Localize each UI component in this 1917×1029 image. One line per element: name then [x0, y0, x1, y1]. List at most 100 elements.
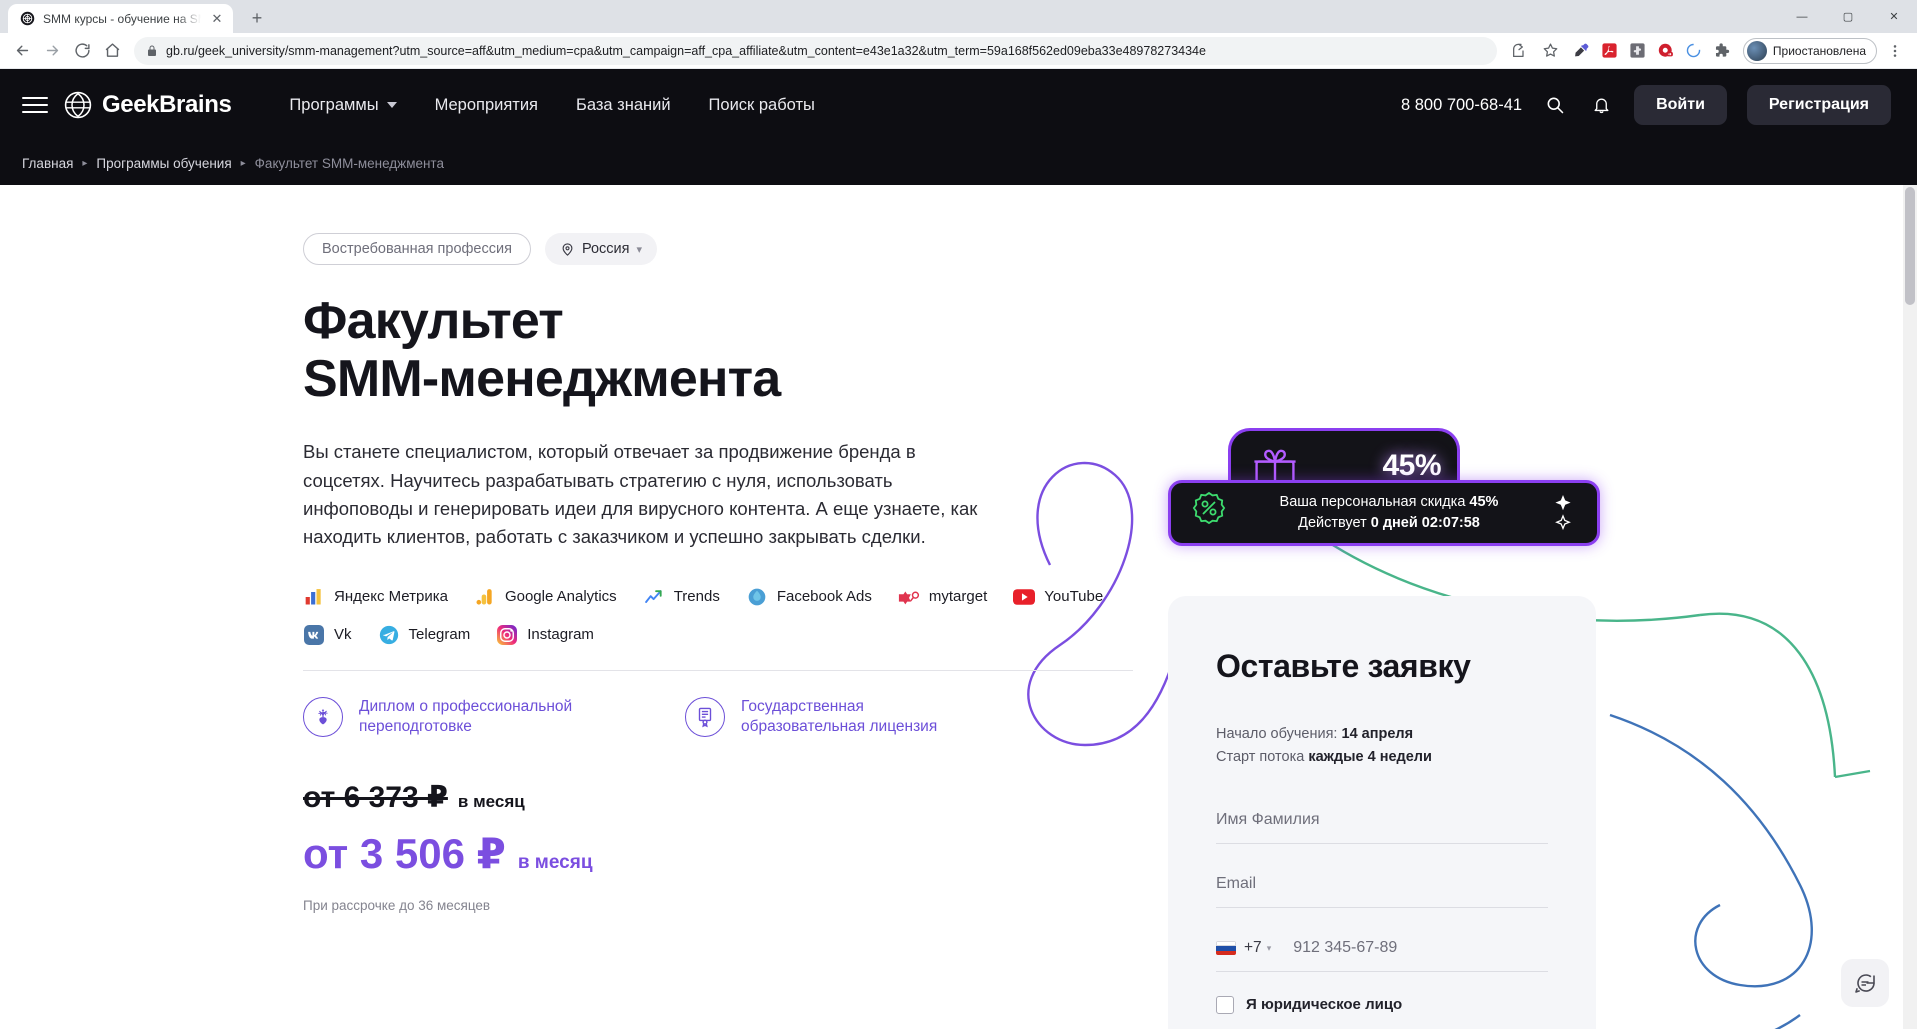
tool-mytarget: mytarget	[898, 586, 987, 608]
phone-input[interactable]: +7 ▾ 912 345-67-89	[1216, 926, 1548, 972]
discount-seal-icon	[1187, 489, 1231, 538]
price-new-suffix: в месяц	[517, 851, 593, 873]
loading-circle-extension-icon[interactable]	[1681, 38, 1707, 64]
chevron-down-icon[interactable]: ▾	[1267, 943, 1272, 954]
instagram-icon	[496, 624, 518, 646]
price-note: При рассрочке до 36 месяцев	[303, 897, 491, 913]
tool-trends: Trends	[643, 586, 720, 608]
badge-license: Государственная образовательная лицензия	[685, 697, 971, 738]
credential-badges: Диплом о профессиональной переподготовке…	[303, 697, 1133, 738]
legal-entity-label: Я юридическое лицо	[1246, 996, 1403, 1014]
hero-content: Востребованная профессия Россия ▾ Факуль…	[303, 233, 1133, 913]
tools-row-social: Vk Telegram Instagram	[303, 624, 1133, 646]
promo-text: Ваша персональная скидка 45% Действует 0…	[1245, 492, 1533, 533]
tool-label: Trends	[673, 588, 720, 606]
forward-arrow-icon[interactable]	[38, 37, 66, 65]
tool-label: YouTube	[1044, 588, 1104, 606]
hamburger-menu-icon[interactable]	[22, 92, 48, 118]
tab-title: SMM курсы - обучение на SMM	[43, 11, 201, 26]
scrollbar-thumb[interactable]	[1905, 187, 1915, 305]
close-icon[interactable]: ✕	[209, 11, 225, 27]
extensions-puzzle-icon[interactable]	[1709, 38, 1735, 64]
browser-toolbar: gb.ru/geek_university/smm-management?utm…	[0, 33, 1917, 69]
star-icon[interactable]	[1537, 37, 1565, 65]
form-title: Оставьте заявку	[1216, 648, 1471, 684]
site-logo[interactable]: GeekBrains	[64, 91, 232, 119]
yandex-metrica-icon	[303, 586, 325, 608]
register-button[interactable]: Регистрация	[1746, 85, 1891, 125]
legal-entity-checkbox[interactable]	[1216, 995, 1234, 1014]
phone-placeholder: 912 345-67-89	[1293, 939, 1398, 957]
badge-label: Диплом о профессиональной переподготовке	[359, 697, 573, 736]
back-arrow-icon[interactable]	[8, 37, 36, 65]
nav-item-knowledge-base[interactable]: База знаний	[576, 96, 671, 115]
legal-entity-row[interactable]: Я юридическое лицо	[1216, 995, 1548, 1014]
tool-label: Vk	[334, 626, 352, 644]
form-meta: Начало обучения: 14 апреля Старт потока …	[1216, 723, 1548, 770]
tool-label: Google Analytics	[504, 588, 617, 606]
eyedropper-extension-icon[interactable]	[1569, 38, 1595, 64]
reload-icon[interactable]	[68, 37, 96, 65]
nav-item-events[interactable]: Мероприятия	[435, 96, 538, 115]
certificate-icon	[685, 697, 725, 738]
email-input[interactable]: Email	[1216, 862, 1548, 908]
browser-window: SMM курсы - обучение на SMM ✕ + — ▢ ✕ gb…	[0, 0, 1917, 1029]
nav-item-programs[interactable]: Программы	[289, 95, 397, 115]
bell-icon[interactable]	[1588, 92, 1614, 118]
adobe-acrobat-extension-icon[interactable]	[1597, 38, 1623, 64]
tool-yandex-metrica: Яндекс Метрика	[303, 586, 448, 608]
tool-label: Instagram	[527, 626, 594, 644]
kebab-menu-icon[interactable]	[1881, 37, 1909, 65]
lead-form: Оставьте заявку Начало обучения: 14 апре…	[1168, 596, 1596, 1029]
new-tab-button[interactable]: +	[243, 4, 271, 32]
price-old: от 6 373 ₽ в месяц	[303, 780, 1133, 815]
vk-icon	[303, 624, 325, 646]
minimize-button[interactable]: —	[1779, 0, 1825, 33]
page-viewport: GeekBrains Программы Мероприятия База зн…	[0, 69, 1917, 1029]
badge-diploma: Диплом о профессиональной переподготовке	[303, 697, 589, 738]
adguard-extension-icon[interactable]	[1653, 38, 1679, 64]
share-icon[interactable]	[1505, 37, 1533, 65]
stream-row: Старт потока каждые 4 недели	[1216, 749, 1432, 766]
profile-chip[interactable]: Приостановлена	[1742, 37, 1877, 64]
header-actions: 8 800 700-68-41 Войти Регистрация	[1401, 85, 1891, 125]
support-phone[interactable]: 8 800 700-68-41	[1401, 96, 1522, 115]
promo-discount-value: 45%	[1469, 494, 1499, 511]
extension-icons	[1569, 38, 1735, 64]
email-placeholder: Email	[1216, 875, 1257, 893]
url-text: gb.ru/geek_university/smm-management?utm…	[166, 43, 1206, 58]
tool-label: Telegram	[408, 626, 471, 644]
browser-tab[interactable]: SMM курсы - обучение на SMM ✕	[8, 4, 233, 33]
tool-instagram: Instagram	[496, 624, 594, 646]
name-input[interactable]: Имя Фамилия	[1216, 798, 1548, 844]
breadcrumb-item-programs[interactable]: Программы обучения	[96, 156, 231, 171]
login-button[interactable]: Войти	[1634, 85, 1727, 125]
promo-line-2: Действует 0 дней 02:07:58	[1298, 515, 1480, 531]
promo-countdown: 0 дней 02:07:58	[1370, 515, 1480, 531]
search-icon[interactable]	[1542, 92, 1568, 118]
start-date-row: Начало обучения: 14 апреля	[1216, 726, 1414, 742]
breadcrumb-item-current: Факультет SMM-менеджмента	[254, 155, 444, 171]
price-new: от 3 506 ₽ в месяц	[303, 829, 1133, 878]
start-date-value: 14 апреля	[1341, 726, 1414, 742]
address-bar[interactable]: gb.ru/geek_university/smm-management?utm…	[134, 36, 1497, 65]
facebook-ads-icon	[746, 586, 768, 608]
geo-selector[interactable]: Россия ▾	[544, 233, 658, 265]
nav-label: Программы	[289, 95, 379, 114]
promo-percent: 45%	[1382, 448, 1441, 482]
home-icon[interactable]	[98, 37, 126, 65]
promo-line-1: Ваша персональная скидка 45%	[1279, 494, 1499, 511]
maximize-button[interactable]: ▢	[1825, 0, 1871, 33]
page-scrollbar[interactable]: ▲	[1903, 185, 1917, 1029]
close-window-button[interactable]: ✕	[1871, 0, 1917, 33]
breadcrumb-separator-icon: ▸	[240, 157, 246, 169]
brand-name: GeekBrains	[102, 91, 232, 118]
profile-status-label: Приостановлена	[1772, 43, 1866, 58]
breadcrumb-item-home[interactable]: Главная	[22, 156, 73, 171]
chat-bubble-icon[interactable]	[1841, 959, 1889, 1007]
breadcrumb: Главная ▸ Программы обучения ▸ Факультет…	[0, 141, 1917, 185]
puzzle-gray-extension-icon[interactable]	[1625, 38, 1651, 64]
nav-item-job-search[interactable]: Поиск работы	[709, 96, 815, 115]
country-code[interactable]: +7	[1244, 939, 1262, 957]
breadcrumb-separator-icon: ▸	[82, 157, 88, 169]
